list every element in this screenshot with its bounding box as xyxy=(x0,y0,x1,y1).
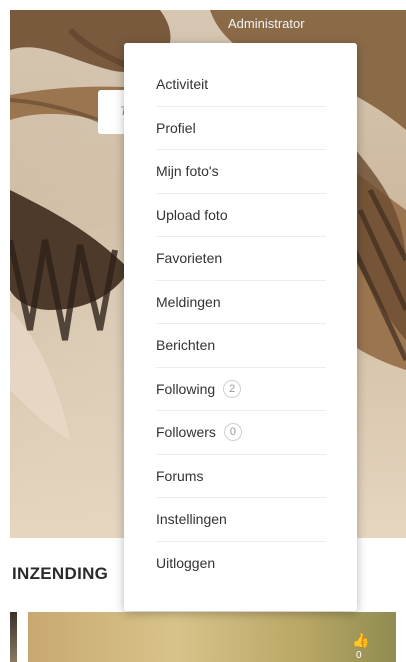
section-title: INZENDING xyxy=(12,564,109,583)
menu-item-upload-foto[interactable]: Upload foto xyxy=(156,194,326,237)
menu-item-label: Following xyxy=(156,380,216,397)
menu-item-label: Berichten xyxy=(156,337,216,354)
user-dropdown-menu: Activiteit Profiel Mijn foto's Upload fo… xyxy=(124,43,357,611)
user-role-label: Administrator xyxy=(228,16,305,31)
menu-item-favorieten[interactable]: Favorieten xyxy=(156,237,326,281)
menu-item-label: Followers xyxy=(156,424,216,441)
thumbnail-left[interactable] xyxy=(10,612,17,662)
menu-item-label: Upload foto xyxy=(156,206,228,223)
menu-item-followers[interactable]: Followers 0 xyxy=(156,411,326,455)
menu-item-label: Mijn foto's xyxy=(156,163,219,180)
menu-item-label: Forums xyxy=(156,467,204,484)
menu-item-mijn-fotos[interactable]: Mijn foto's xyxy=(156,150,326,194)
menu-item-forums[interactable]: Forums xyxy=(156,455,326,498)
menu-item-uitloggen[interactable]: Uitloggen xyxy=(156,542,326,586)
menu-item-berichten[interactable]: Berichten xyxy=(156,324,326,368)
menu-item-label: Favorieten xyxy=(156,250,223,267)
menu-item-following[interactable]: Following 2 xyxy=(156,368,326,411)
menu-item-label: Profiel xyxy=(156,119,196,136)
menu-item-label: Meldingen xyxy=(156,293,221,310)
menu-item-activiteit[interactable]: Activiteit xyxy=(156,63,326,107)
like-count: 0 xyxy=(356,650,362,661)
menu-item-label: Activiteit xyxy=(156,76,209,93)
menu-item-label: Instellingen xyxy=(156,511,227,528)
thumbs-up-icon[interactable]: 👍 xyxy=(352,632,369,649)
following-count-badge: 2 xyxy=(223,379,242,398)
menu-item-meldingen[interactable]: Meldingen xyxy=(156,281,326,324)
menu-item-label: Uitloggen xyxy=(156,555,216,572)
menu-item-instellingen[interactable]: Instellingen xyxy=(156,498,326,542)
followers-count-badge: 0 xyxy=(223,423,242,442)
submission-thumbnail[interactable] xyxy=(28,612,396,662)
menu-item-profiel[interactable]: Profiel xyxy=(156,107,326,150)
